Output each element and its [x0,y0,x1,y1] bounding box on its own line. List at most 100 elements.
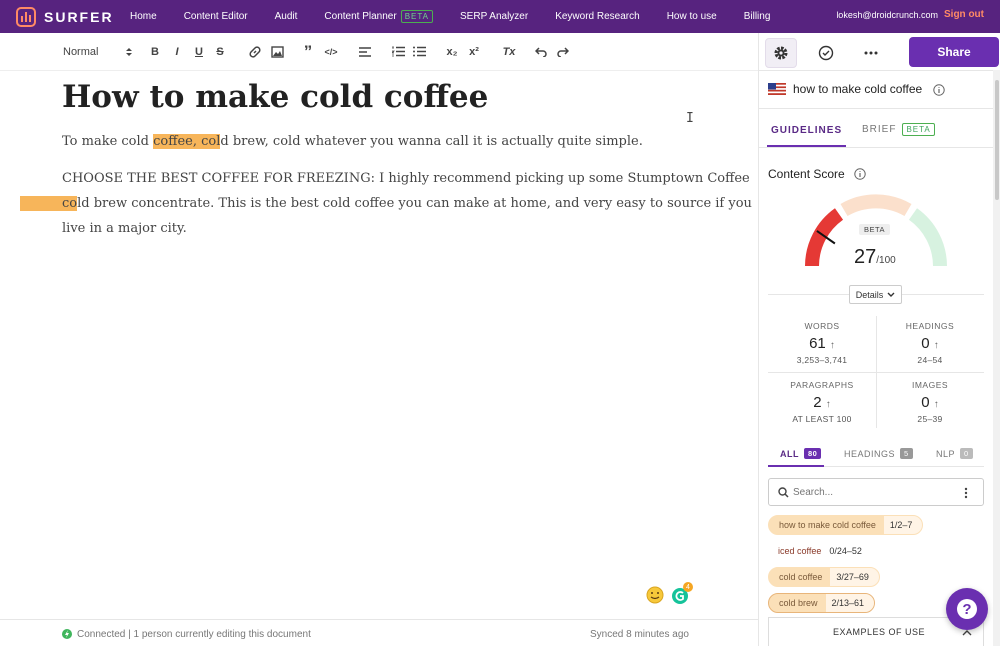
image-icon [270,45,284,58]
nav-content-planner[interactable]: Content Planner BETA [324,10,434,23]
panel-scrollbar-thumb[interactable] [995,80,999,200]
signout-link[interactable]: Sign out [944,9,984,20]
para1-text-b: d brew, cold whatever you wanna call it … [220,134,643,149]
para1-highlight: coffee, col [153,134,221,149]
nav-serp-analyzer[interactable]: SERP Analyzer [460,11,528,22]
help-question-icon: ? [957,599,977,619]
details-dropdown[interactable]: Details [849,285,902,304]
keyword-chip[interactable]: iced coffee 0/24–52 [768,541,872,561]
stat-range: 24–54 [917,355,943,365]
nav-how-to-use[interactable]: How to use [667,11,717,22]
link-button[interactable] [246,42,264,62]
redo-button[interactable] [555,42,571,62]
stat-label: HEADINGS [905,321,955,331]
arrow-up-icon: ↑ [933,340,939,351]
filter-tab-headings[interactable]: HEADINGS 5 [844,448,913,459]
keyword-chip[interactable]: how to make cold coffee 1/2–7 [768,515,924,535]
stat-range: 25–39 [917,414,943,424]
link-icon [249,45,261,58]
nav-keyword-research[interactable]: Keyword Research [555,11,639,22]
gear-icon [774,46,788,60]
tab-guidelines[interactable]: GUIDELINES [771,125,842,136]
filter-tab-nlp[interactable]: NLP 0 [936,448,973,459]
code-button[interactable]: </> [322,42,340,62]
paragraph-2[interactable]: CHOOSE THE BEST COFFEE FOR FREEZING: I h… [20,166,752,241]
target-keyword: how to make cold coffee [793,82,923,96]
arrow-up-icon: ↑ [829,340,835,351]
underline-button[interactable]: U [192,42,206,62]
gauge-mid-segment [840,194,912,217]
align-button[interactable] [357,42,373,62]
filter-label: HEADINGS [844,448,896,459]
blockquote-button[interactable]: ” [301,42,315,62]
nav-billing[interactable]: Billing [744,11,771,22]
tab-brief[interactable]: BRIEF BETA [862,123,935,136]
grammarly-count-badge: 4 [683,582,693,592]
panel-tabs: GUIDELINES BRIEF BETA [759,117,993,147]
surfer-logo[interactable]: SURFER [16,6,126,27]
connected-status-icon [62,629,72,639]
examples-label: EXAMPLES OF USE [833,627,926,637]
stat-value: 0 ↑ [921,335,939,352]
undo-button[interactable] [533,42,549,62]
active-filter-indicator [768,465,824,467]
arrow-up-icon: ↑ [825,399,831,410]
ordered-list-button[interactable] [390,42,406,62]
clear-format-button[interactable]: Tx [500,42,518,62]
more-options-button[interactable] [855,38,887,68]
document-title[interactable]: How to make cold coffee [62,79,488,115]
format-select[interactable]: Normal [63,42,133,62]
keyword-term: iced coffee [778,546,822,556]
info-icon[interactable] [854,168,866,180]
strike-button[interactable]: S [213,42,227,62]
arrow-up-icon: ↑ [933,399,939,410]
stat-words: WORDS 61 ↑ 3,253–3,741 [768,321,876,365]
stat-range: 3,253–3,741 [796,355,848,365]
keyword-search-box[interactable] [768,478,984,506]
para2-line3: live in a major city. [62,221,187,236]
text-cursor-icon: I [686,111,694,126]
settings-button[interactable] [765,38,797,68]
content-score-label: Content Score [768,167,845,181]
image-button[interactable] [268,42,286,62]
nav-audit[interactable]: Audit [275,11,298,22]
kebab-menu-icon[interactable] [964,487,968,499]
bullet-list-button[interactable] [411,42,427,62]
score-beta-badge: BETA [859,224,891,235]
keyword-search-input[interactable] [793,484,953,500]
check-button[interactable] [810,38,842,68]
italic-button[interactable]: I [170,42,184,62]
info-icon[interactable] [933,84,945,96]
filter-tab-all[interactable]: ALL 80 [780,448,822,459]
gauge-high-segment [908,208,947,267]
brand-name: SURFER [44,8,114,25]
stat-value: 61 ↑ [809,335,835,352]
bold-button[interactable]: B [148,42,162,62]
para2-line2-rest: ld brew concentrate. This is the best co… [77,196,752,211]
superscript-button[interactable]: x² [466,42,482,62]
keyword-count: 0/24–52 [829,546,862,556]
format-select-value: Normal [63,45,99,58]
stat-paragraphs: PARAGRAPHS 2 ↑ AT LEAST 100 [768,380,876,424]
subscript-button[interactable]: x₂ [444,42,460,62]
nav-content-editor[interactable]: Content Editor [184,11,248,22]
editor-toolbar: Normal B I U S ” </> x₂ x² Tx [0,33,758,71]
undo-icon [535,46,547,57]
editor-canvas[interactable]: How to make cold coffee To make cold cof… [0,71,758,618]
para2-line2: cold brew concentrate. This is the best … [20,196,752,211]
surfer-logo-icon [16,6,36,27]
share-button[interactable]: Share [909,37,999,67]
nav-home[interactable]: Home [130,11,157,22]
tab-brief-label: BRIEF [862,124,897,135]
emoji-icon[interactable] [646,586,664,604]
keyword-term: cold coffee [779,572,823,582]
help-button[interactable]: ? [946,588,988,630]
keyword-chip[interactable]: cold coffee 3/27–69 [768,567,880,587]
keyword-term: how to make cold coffee [779,520,876,530]
keyword-count: 1/2–7 [883,516,923,534]
keyword-chip[interactable]: cold brew 2/13–61 [768,593,876,613]
paragraph-1[interactable]: To make cold coffee, cold brew, cold wha… [62,129,643,154]
sync-status: Synced 8 minutes ago [590,629,689,640]
chevron-up-icon [962,630,972,636]
nav-content-planner-label: Content Planner [324,11,397,22]
